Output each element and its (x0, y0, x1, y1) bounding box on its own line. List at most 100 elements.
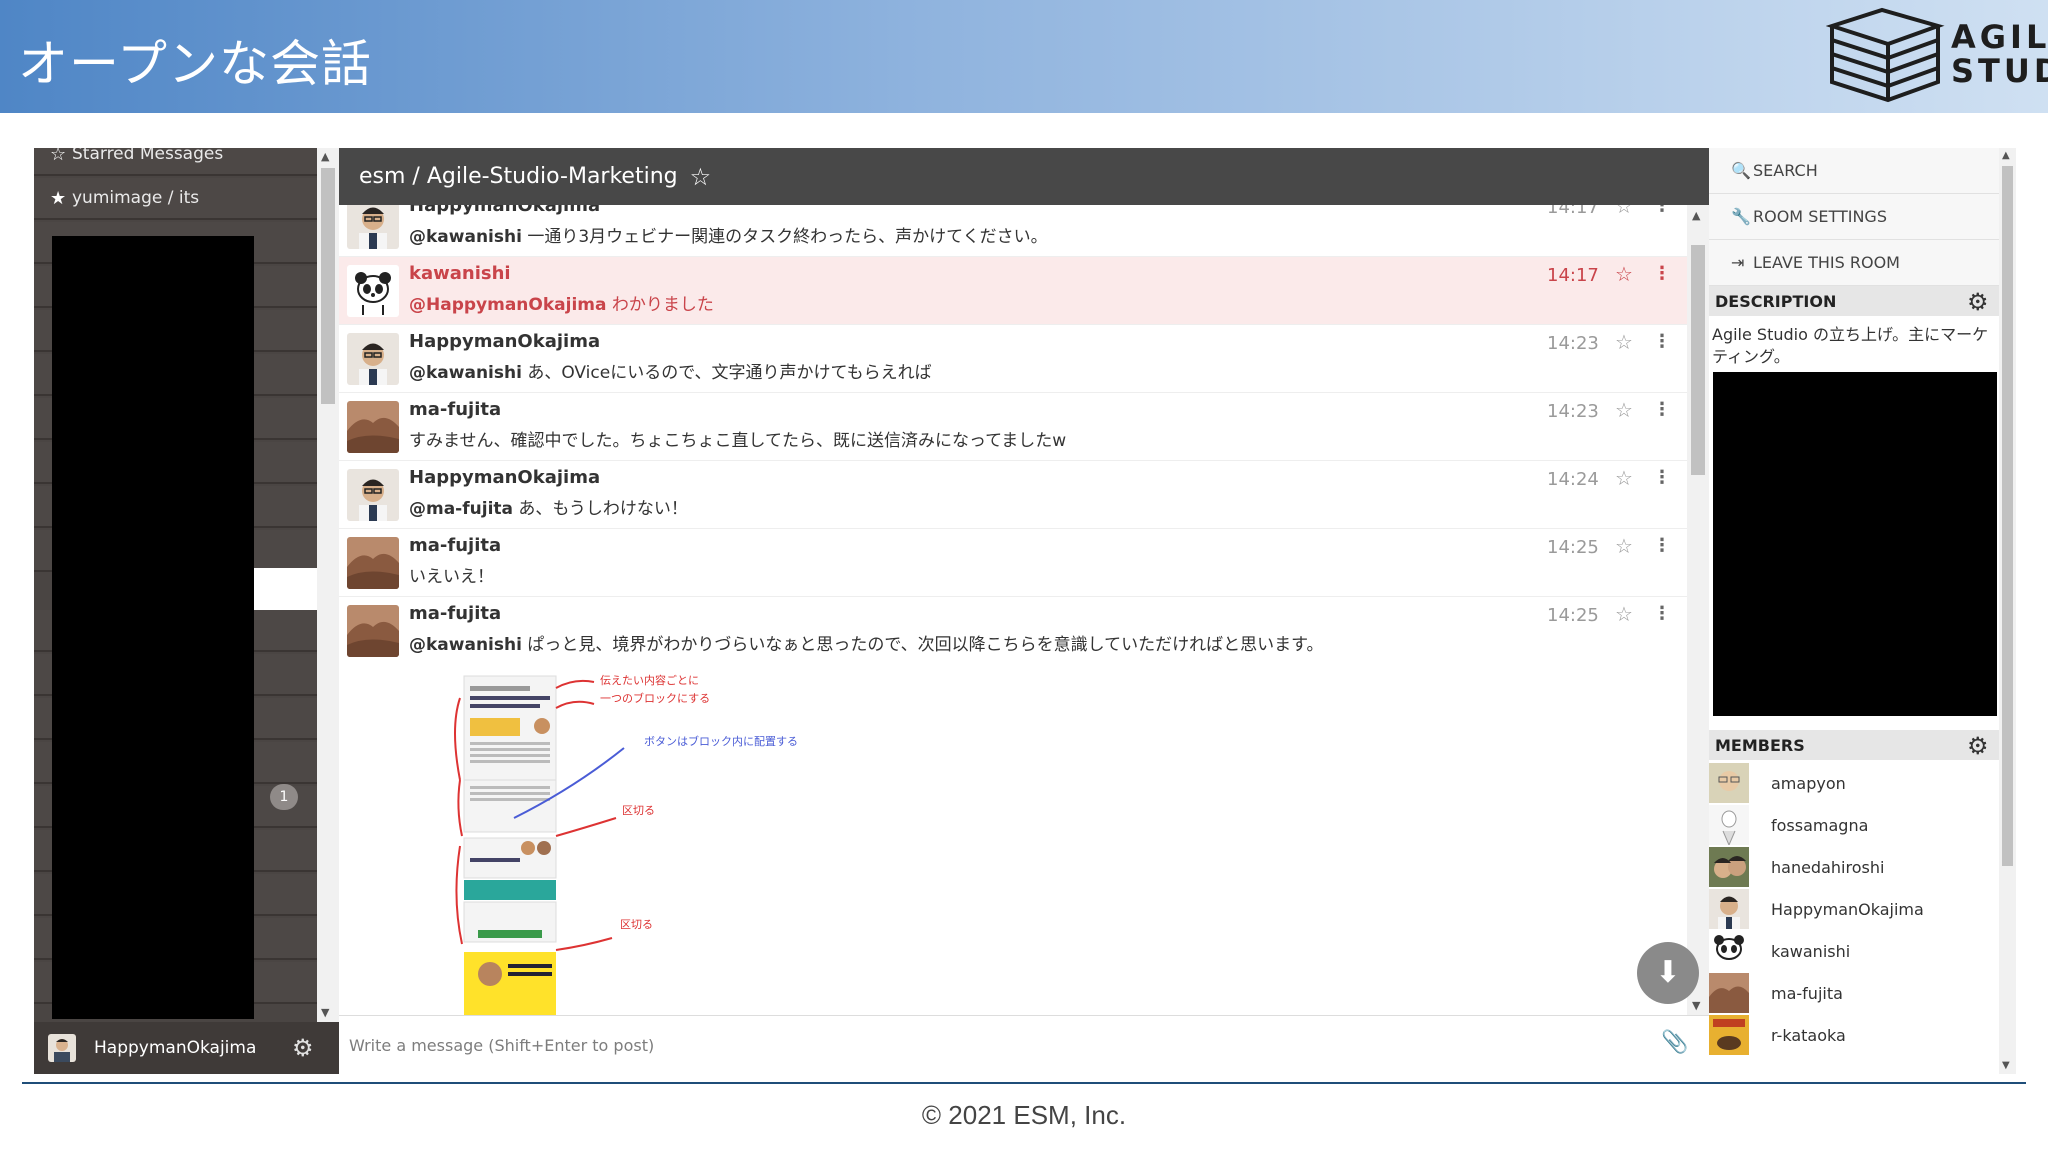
gear-icon[interactable]: ⚙ (1967, 288, 1989, 316)
avatar[interactable] (347, 537, 399, 589)
member-item[interactable]: hanedahiroshi (1709, 846, 1999, 888)
more-options-icon[interactable]: ⋮ (1653, 205, 1671, 216)
right-panel-scrollbar[interactable]: ▲ ▼ (1999, 148, 2016, 1074)
more-options-icon[interactable]: ⋮ (1653, 263, 1671, 284)
star-outline-icon[interactable]: ☆ (1615, 330, 1633, 354)
member-name: amapyon (1771, 773, 1846, 793)
message-author[interactable]: ma-fujita (409, 603, 501, 624)
annotation-label: 区切る (622, 804, 655, 817)
scroll-up-icon[interactable]: ▲ (321, 150, 329, 163)
agile-studio-logo: AGILE STUDIO (1825, 4, 2048, 108)
star-filled-icon: ★ (50, 187, 67, 209)
description-header: DESCRIPTION ⚙ (1709, 286, 1999, 316)
search-button[interactable]: 🔍 SEARCH (1709, 148, 1999, 194)
message-time: 14:17 (1547, 205, 1599, 218)
avatar[interactable] (347, 605, 399, 657)
message-text: あ、もうしわけない！ (518, 499, 688, 519)
search-icon: 🔍 (1731, 161, 1751, 180)
message-time: 14:24 (1547, 469, 1599, 490)
message-body: @ma-fujita あ、もうしわけない！ (409, 494, 688, 519)
star-outline-icon[interactable]: ☆ (1615, 262, 1633, 286)
member-item[interactable]: fossamagna (1709, 804, 1999, 846)
member-name: kawanishi (1771, 941, 1851, 961)
more-options-icon[interactable]: ⋮ (1653, 603, 1671, 624)
leave-room-button[interactable]: ⇥ LEAVE THIS ROOM (1709, 240, 1999, 286)
message-author[interactable]: ma-fujita (409, 535, 501, 556)
message-mention[interactable]: @kawanishi (409, 635, 522, 655)
more-options-icon[interactable]: ⋮ (1653, 399, 1671, 420)
annotation-label: 区切る (620, 918, 653, 931)
room-settings-button[interactable]: 🔧 ROOM SETTINGS (1709, 194, 1999, 240)
member-item[interactable]: r-kataoka (1709, 1014, 1999, 1056)
avatar[interactable] (347, 333, 399, 385)
avatar[interactable] (347, 401, 399, 453)
message-author[interactable]: kawanishi (409, 263, 511, 284)
member-item[interactable]: amapyon (1709, 762, 1999, 804)
current-user-bar: HappymanOkajima ⚙ (34, 1022, 339, 1074)
star-outline-icon[interactable]: ☆ (1615, 534, 1633, 558)
jump-to-latest-button[interactable]: ⬇ (1637, 942, 1699, 1004)
scroll-down-icon[interactable]: ▼ (321, 1006, 329, 1019)
message-author[interactable]: HappymanOkajima (409, 467, 600, 488)
unread-badge: 1 (270, 784, 298, 810)
sidebar-scrollbar[interactable]: ▲ ▼ (317, 148, 339, 1022)
logo-text: AGILE STUDIO (1951, 20, 2048, 88)
avatar (1709, 931, 1749, 971)
message-body: すみません、確認中でした。ちょこちょこ直してたら、既に送信済みになってましたw (409, 426, 1066, 451)
message-mention[interactable]: @kawanishi (409, 363, 522, 383)
favorite-star-icon[interactable]: ☆ (690, 163, 712, 191)
message-mention[interactable]: @kawanishi (409, 227, 522, 247)
message-author[interactable]: HappymanOkajima (409, 205, 600, 216)
more-options-icon[interactable]: ⋮ (1653, 331, 1671, 352)
member-name: ma-fujita (1771, 983, 1843, 1003)
members-header-label: MEMBERS (1715, 735, 1805, 755)
search-label: SEARCH (1753, 161, 1818, 180)
message-item: ma-fujita いえいえ！ 14:25 ☆ ⋮ (339, 529, 1687, 597)
member-item[interactable]: HappymanOkajima (1709, 888, 1999, 930)
scrollbar-thumb[interactable] (1691, 245, 1705, 475)
more-options-icon[interactable]: ⋮ (1653, 535, 1671, 556)
arrow-down-icon: ⬇ (1655, 955, 1681, 990)
member-item[interactable]: kawanishi (1709, 930, 1999, 972)
avatar[interactable] (48, 1034, 76, 1062)
star-outline-icon[interactable]: ☆ (1615, 466, 1633, 490)
sidebar-item-starred-messages[interactable]: ☆ Starred Messages (34, 148, 317, 176)
avatar[interactable] (347, 265, 399, 317)
scrollbar-thumb[interactable] (321, 168, 335, 404)
star-outline-icon[interactable]: ☆ (1615, 602, 1633, 626)
message-mention[interactable]: @ma-fujita (409, 499, 513, 519)
sidebar-item-yumimage-its[interactable]: ★ yumimage / its (34, 178, 317, 220)
scrollbar-thumb[interactable] (2002, 166, 2013, 866)
message-scrollbar[interactable]: ▲ ▼ (1687, 205, 1709, 1015)
member-item[interactable]: ma-fujita (1709, 972, 1999, 1014)
message-item: HappymanOkajima @kawanishi あ、OViceにいるので、… (339, 325, 1687, 393)
scroll-up-icon[interactable]: ▲ (1692, 209, 1700, 222)
wrench-icon: 🔧 (1731, 207, 1751, 226)
stacked-layers-icon (1825, 7, 1945, 103)
message-body: @HappymanOkajima わかりました (409, 290, 714, 315)
message-author[interactable]: HappymanOkajima (409, 331, 600, 352)
paperclip-icon[interactable]: 📎 (1661, 1030, 1688, 1055)
attached-image[interactable]: 伝えたい内容ごとに 一つのブロックにする ボタンはブロック内に配置する 区切る … (444, 668, 944, 1015)
scroll-down-icon[interactable]: ▼ (1692, 999, 1700, 1012)
scroll-down-icon[interactable]: ▼ (2002, 1060, 2010, 1071)
message-body: @kawanishi ぱっと見、境界がわかりづらいなぁと思ったので、次回以降こち… (409, 630, 1323, 655)
room-settings-label: ROOM SETTINGS (1753, 207, 1887, 226)
message-author[interactable]: ma-fujita (409, 399, 501, 420)
current-username[interactable]: HappymanOkajima (94, 1038, 256, 1058)
avatar[interactable] (347, 205, 399, 249)
message-input[interactable] (349, 1028, 1649, 1062)
members-header: MEMBERS ⚙ (1709, 730, 1999, 760)
scroll-up-icon[interactable]: ▲ (2002, 150, 2010, 161)
room-title: esm / Agile-Studio-Marketing (359, 164, 678, 189)
logo-line-2: STUDIO (1951, 52, 2048, 90)
room-info-panel: 🔍 SEARCH 🔧 ROOM SETTINGS ⇥ LEAVE THIS RO… (1709, 148, 1999, 1074)
avatar[interactable] (347, 469, 399, 521)
member-name: HappymanOkajima (1771, 899, 1924, 919)
gear-icon[interactable]: ⚙ (1967, 732, 1989, 760)
message-mention[interactable]: @HappymanOkajima (409, 295, 606, 315)
star-outline-icon[interactable]: ☆ (1615, 205, 1633, 218)
gear-icon[interactable]: ⚙ (292, 1034, 314, 1062)
more-options-icon[interactable]: ⋮ (1653, 467, 1671, 488)
star-outline-icon[interactable]: ☆ (1615, 398, 1633, 422)
